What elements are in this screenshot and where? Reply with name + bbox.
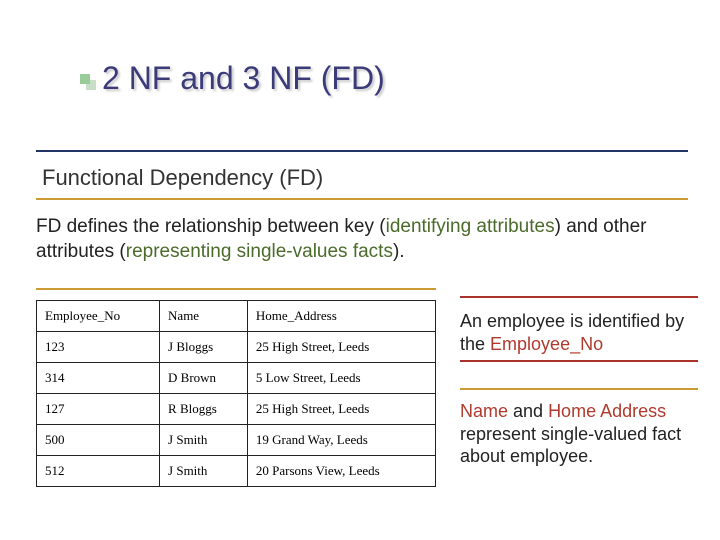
cell: R Bloggs: [160, 394, 248, 425]
cell: J Bloggs: [160, 332, 248, 363]
note1-highlight: Employee_No: [490, 334, 603, 354]
defn-post: ).: [393, 241, 405, 262]
note2-post: represent single-valued fact about emplo…: [460, 424, 681, 467]
table-row: 500 J Smith 19 Grand Way, Leeds: [37, 425, 436, 456]
cell: 123: [37, 332, 160, 363]
cell: 127: [37, 394, 160, 425]
employee-table: Employee_No Name Home_Address 123 J Blog…: [36, 300, 436, 487]
cell: 25 High Street, Leeds: [247, 332, 435, 363]
defn-term-identifying: identifying attributes: [386, 216, 555, 237]
title-row: 2 NF and 3 NF (FD): [80, 60, 385, 97]
note2-hl-address: Home Address: [548, 401, 666, 421]
cell: 500: [37, 425, 160, 456]
cell: 5 Low Street, Leeds: [247, 363, 435, 394]
col-name: Name: [160, 301, 248, 332]
defn-pre: FD defines the relationship between key …: [36, 216, 386, 237]
note-identified-by: An employee is identified by the Employe…: [460, 310, 698, 355]
defn-term-representing: representing single-values facts: [126, 241, 393, 262]
note2-hl-name: Name: [460, 401, 508, 421]
table-row: 512 J Smith 20 Parsons View, Leeds: [37, 456, 436, 487]
col-employee-no: Employee_No: [37, 301, 160, 332]
definition-text: FD defines the relationship between key …: [36, 215, 692, 264]
slide-title: 2 NF and 3 NF (FD): [102, 60, 385, 97]
table-row: 314 D Brown 5 Low Street, Leeds: [37, 363, 436, 394]
cell: 314: [37, 363, 160, 394]
cell: 512: [37, 456, 160, 487]
table-row: 127 R Bloggs 25 High Street, Leeds: [37, 394, 436, 425]
divider-table: [36, 288, 436, 290]
note2-mid: and: [508, 401, 548, 421]
table-row: 123 J Bloggs 25 High Street, Leeds: [37, 332, 436, 363]
cell: D Brown: [160, 363, 248, 394]
divider-note2: [460, 388, 698, 390]
cell: J Smith: [160, 425, 248, 456]
col-home-address: Home_Address: [247, 301, 435, 332]
cell: 25 High Street, Leeds: [247, 394, 435, 425]
underline-note1: [460, 360, 698, 362]
slide: 2 NF and 3 NF (FD) Functional Dependency…: [0, 0, 720, 540]
divider-top: [36, 150, 688, 152]
subtitle: Functional Dependency (FD): [42, 165, 323, 191]
table-header-row: Employee_No Name Home_Address: [37, 301, 436, 332]
cell: 20 Parsons View, Leeds: [247, 456, 435, 487]
note-single-valued: Name and Home Address represent single-v…: [460, 400, 698, 468]
divider-subtitle: [36, 198, 688, 200]
divider-note1: [460, 296, 698, 298]
cell: 19 Grand Way, Leeds: [247, 425, 435, 456]
cell: J Smith: [160, 456, 248, 487]
bullet-icon: [80, 74, 90, 84]
